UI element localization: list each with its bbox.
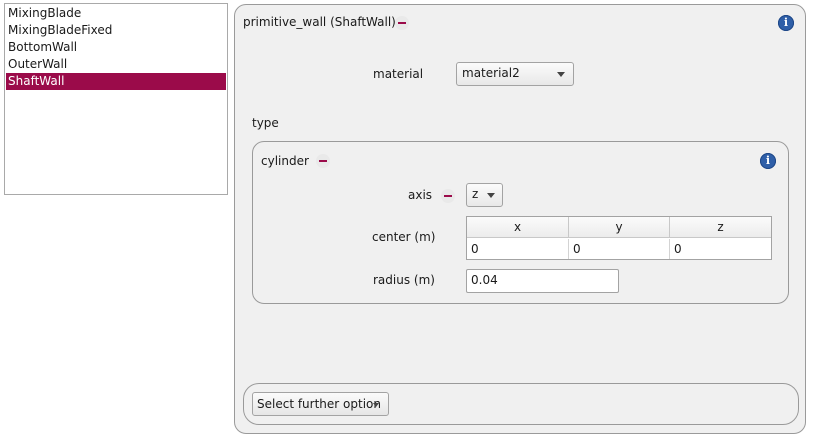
axis-label: axis xyxy=(408,188,433,202)
column-header-x: x xyxy=(467,217,569,238)
list-item[interactable]: BottomWall xyxy=(6,39,226,56)
column-header-y: y xyxy=(569,217,670,238)
center-x-cell[interactable]: 0 xyxy=(467,239,569,259)
remove-cylinder-minus-icon[interactable] xyxy=(316,154,330,168)
panel-info-icon[interactable]: i xyxy=(778,15,794,31)
center-y-cell[interactable]: 0 xyxy=(569,239,670,259)
center-table: x y z 0 0 0 xyxy=(466,216,772,260)
remove-axis-minus-icon[interactable] xyxy=(441,189,455,203)
material-select[interactable]: material2 xyxy=(456,62,574,86)
center-label: center (m) xyxy=(372,230,436,244)
cylinder-title: cylinder xyxy=(261,154,309,168)
list-item[interactable]: OuterWall xyxy=(6,56,226,73)
select-further-option-button[interactable]: Select further option xyxy=(252,392,389,416)
radius-label: radius (m) xyxy=(373,273,435,287)
select-further-option-label: Select further option xyxy=(257,397,381,411)
chevron-down-icon xyxy=(487,193,495,198)
list-item[interactable]: MixingBlade xyxy=(6,5,226,22)
chevron-down-icon xyxy=(557,72,565,77)
material-label: material xyxy=(373,67,424,81)
type-label: type xyxy=(252,116,279,130)
center-z-cell[interactable]: 0 xyxy=(670,239,771,259)
cylinder-info-icon[interactable]: i xyxy=(760,153,776,169)
list-item-selected[interactable]: ShaftWall xyxy=(6,73,226,90)
axis-select-value: z xyxy=(472,187,479,201)
column-header-z: z xyxy=(670,217,771,238)
material-select-value: material2 xyxy=(462,66,520,80)
panel-title: primitive_wall (ShaftWall) xyxy=(243,15,396,29)
radius-input[interactable]: 0.04 xyxy=(466,269,619,293)
remove-wall-minus-icon[interactable] xyxy=(395,16,409,30)
wall-list[interactable]: MixingBlade MixingBladeFixed BottomWall … xyxy=(4,3,228,195)
list-item[interactable]: MixingBladeFixed xyxy=(6,22,226,39)
axis-select[interactable]: z xyxy=(466,183,503,207)
chevron-down-icon xyxy=(373,403,379,407)
